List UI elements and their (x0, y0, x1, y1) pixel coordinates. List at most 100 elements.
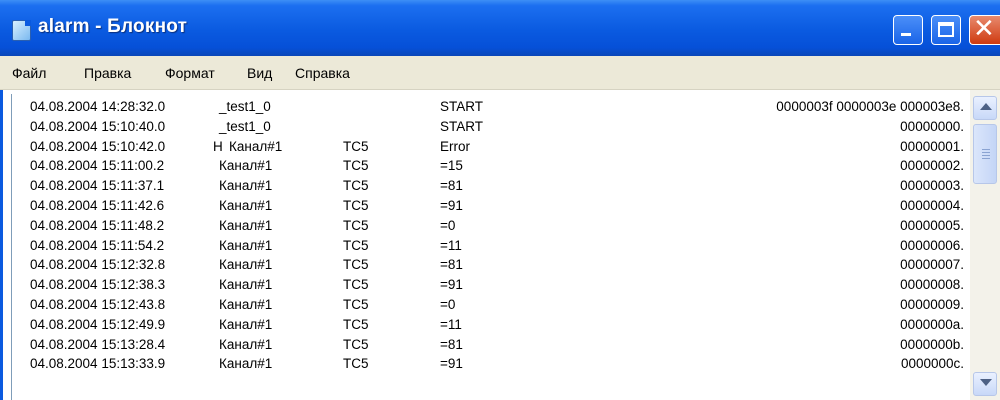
log-ts: 04.08.2004 15:13:33.9 (30, 356, 166, 372)
log-ts: 04.08.2004 15:11:37.1 (30, 178, 165, 194)
log-tag: ТС5 (343, 257, 369, 273)
log-value: =11 (440, 316, 462, 332)
log-ts: 04.08.2004 15:10:42.0 (30, 138, 166, 154)
menu-edit[interactable]: Правка (84, 65, 131, 81)
log-source: Канал#1 (219, 316, 273, 332)
log-line: 04.08.2004 15:12:49.9 Канал#1 ТС5 =11 000000… (30, 317, 980, 336)
scroll-down-arrow-icon (980, 379, 992, 386)
menu-format[interactable]: Формат (165, 65, 215, 81)
log-line: 04.08.2004 15:11:00.2 Канал#1 ТС5 =15 000000… (30, 158, 980, 177)
log-code: 00000002. (900, 158, 964, 174)
log-line: 04.08.2004 15:13:33.9 Канал#1 ТС5 =91 000000… (30, 356, 980, 375)
minimize-icon (901, 33, 911, 36)
log-value: =81 (440, 257, 463, 273)
window-title: alarm - Блокнот (38, 16, 188, 37)
text-editor-area[interactable]: 04.08.2004 14:28:32.0 _test1_0 START 000000… (0, 90, 1000, 400)
notepad-icon[interactable] (12, 20, 31, 41)
log-code: 00000003. (900, 178, 964, 194)
thumb-grip (982, 158, 990, 159)
log-source: Канал#1 (219, 277, 273, 293)
maximize-button[interactable] (931, 15, 961, 45)
log-value: =91 (440, 277, 463, 293)
log-code: 00000005. (900, 217, 964, 233)
log-tag: ТС5 (343, 158, 369, 174)
log-ts: 04.08.2004 15:10:40.0 (30, 118, 166, 134)
log-ts: 04.08.2004 15:11:00.2 (30, 158, 165, 174)
document-text[interactable]: 04.08.2004 14:28:32.0 _test1_0 START 000000… (11, 94, 974, 400)
log-line: 04.08.2004 15:11:48.2 Канал#1 ТС5 =0 0000000… (30, 218, 980, 237)
log-ts: 04.08.2004 15:12:38.3 (30, 277, 166, 293)
log-source: Канал#1 (219, 237, 273, 253)
thumb-grip (982, 155, 990, 156)
log-source: Канал#1 (219, 198, 273, 213)
log-source: Канал#1 (219, 217, 273, 233)
log-ts: 04.08.2004 15:11:42.6 (30, 198, 165, 213)
log-code: 00000007. (900, 257, 964, 273)
log-value: =0 (440, 217, 456, 233)
log-ts: 04.08.2004 15:11:54.2 (30, 237, 165, 253)
log-code: 00000000. (900, 118, 964, 134)
log-value: START (440, 99, 484, 114)
log-value: =11 (440, 237, 462, 253)
log-source: _test1_0 (219, 99, 271, 114)
log-code: 00000008. (900, 277, 964, 293)
menu-bar: Файл Правка Формат Вид Справка (0, 56, 1000, 90)
scroll-up-button[interactable] (973, 96, 997, 120)
log-line: 04.08.2004 15:12:43.8 Канал#1 ТС5 =0 0000000… (30, 297, 980, 316)
maximize-icon (938, 22, 954, 37)
vertical-scrollbar[interactable] (970, 90, 1000, 400)
close-icon: ✕ (973, 14, 995, 44)
log-tag: ТС5 (343, 356, 369, 372)
log-source: Канал#1 (219, 336, 273, 352)
thumb-grip (982, 149, 990, 150)
log-source: _test1_0 (219, 118, 271, 134)
log-tag: ТС5 (343, 198, 369, 213)
log-flag: Н (213, 138, 223, 154)
menu-view[interactable]: Вид (247, 65, 272, 81)
log-source: Канал#1 (219, 257, 273, 273)
log-line: 04.08.2004 15:12:38.3 Канал#1 ТС5 =91 000000… (30, 277, 980, 296)
log-code: 00000009. (900, 297, 964, 312)
log-code: 00000004. (900, 198, 964, 213)
log-value: =91 (440, 356, 463, 372)
log-source: Канал#1 (219, 158, 273, 174)
scroll-down-button[interactable] (973, 372, 997, 396)
log-code: 0000003f 0000003e 000003e8. (776, 99, 964, 114)
log-ts: 04.08.2004 15:13:28.4 (30, 336, 166, 352)
log-line: 04.08.2004 15:11:37.1 Канал#1 ТС5 =81 000000… (30, 178, 980, 197)
close-button[interactable]: ✕ (969, 14, 1000, 45)
menu-file[interactable]: Файл (12, 65, 46, 81)
scroll-thumb[interactable] (973, 124, 997, 184)
log-code: 0000000a. (900, 316, 964, 332)
log-ts: 04.08.2004 15:11:48.2 (30, 217, 165, 233)
log-code: 0000000b. (900, 336, 964, 352)
log-tag: ТС5 (343, 178, 369, 194)
log-line: 04.08.2004 15:12:32.8 Канал#1 ТС5 =81 000000… (30, 257, 980, 276)
log-tag: ТС5 (343, 217, 369, 233)
log-line: 04.08.2004 15:11:54.2 Канал#1 ТС5 =11 000000… (30, 238, 980, 257)
log-source: Канал#1 (219, 356, 273, 372)
log-code: 00000001. (900, 138, 964, 154)
log-source: Канал#1 (219, 297, 273, 312)
log-ts: 04.08.2004 15:12:32.8 (30, 257, 166, 273)
log-line: 04.08.2004 15:10:40.0 _test1_0 START 000000… (30, 119, 980, 138)
log-ts: 04.08.2004 15:12:49.9 (30, 316, 166, 332)
log-line: 04.08.2004 15:13:28.4 Канал#1 ТС5 =81 000000… (30, 337, 980, 356)
log-line: 04.08.2004 15:11:42.6 Канал#1 ТС5 =91 000000… (30, 198, 980, 217)
title-bar[interactable]: alarm - Блокнот ✕ (0, 0, 1000, 56)
minimize-button[interactable] (893, 15, 923, 45)
log-tag: ТС5 (343, 277, 369, 293)
log-value: =81 (440, 178, 463, 194)
log-code: 0000000c. (900, 356, 964, 372)
log-tag: ТС5 (343, 316, 369, 332)
log-tag: ТС5 (343, 237, 369, 253)
log-source: Канал#1 (229, 138, 283, 154)
thumb-grip (982, 152, 990, 153)
log-source: Канал#1 (219, 178, 273, 194)
log-value: =91 (440, 198, 463, 213)
scroll-up-arrow-icon (980, 103, 992, 110)
log-tag: ТС5 (343, 297, 369, 312)
menu-help[interactable]: Справка (295, 65, 350, 81)
log-value: =0 (440, 297, 456, 312)
log-line: 04.08.2004 14:28:32.0 _test1_0 START 000000… (30, 99, 980, 118)
